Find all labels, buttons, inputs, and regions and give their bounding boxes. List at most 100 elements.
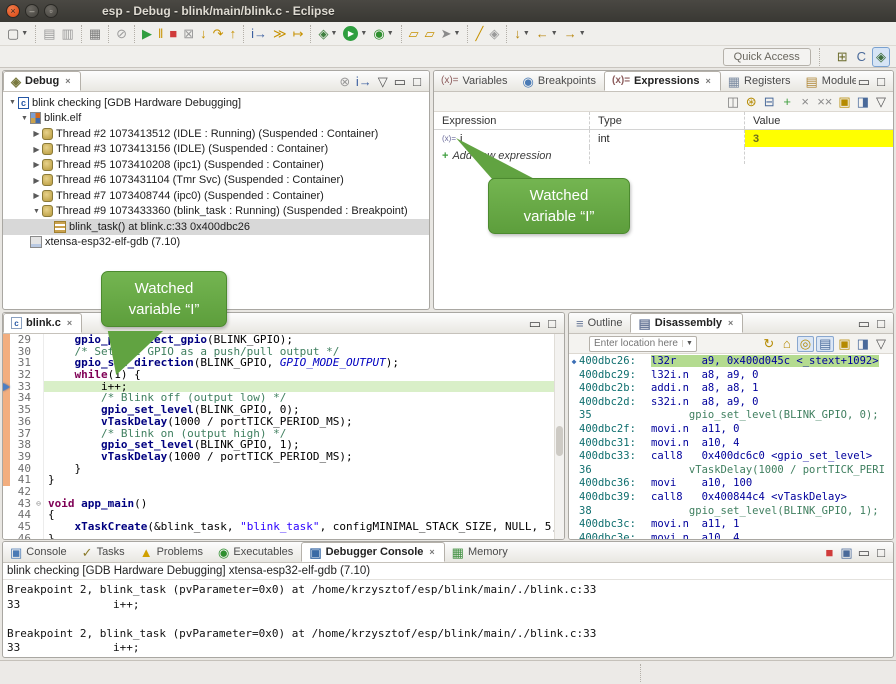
collapse-all-button[interactable]: ⊟ — [761, 94, 777, 110]
maximize-button[interactable]: □ — [873, 315, 889, 331]
tree-expand-icon[interactable]: ▶ — [31, 160, 42, 169]
profile-button[interactable]: ◉▼ — [370, 24, 396, 44]
tree-expand-icon[interactable]: ▼ — [19, 115, 30, 122]
last-edit-location-button[interactable]: ↓▼ — [511, 24, 532, 44]
minimize-button[interactable]: ▭ — [527, 315, 543, 331]
tree-expand-icon[interactable]: ▼ — [31, 208, 42, 215]
remove-expression-button[interactable]: × — [797, 94, 813, 110]
window-close-button[interactable]: × — [6, 4, 20, 18]
tab-console[interactable]: ▣Console — [3, 542, 75, 562]
home-button[interactable]: ⌂ — [779, 336, 795, 352]
tab-debug[interactable]: ◈Debug× — [3, 71, 81, 91]
tab-blink.c[interactable]: cblink.c× — [3, 313, 82, 333]
minimize-button[interactable]: ▭ — [392, 73, 408, 89]
tab-close-icon[interactable]: × — [703, 75, 712, 87]
debug-tree-item[interactable]: ▶Thread #2 1073413512 (IDLE : Running) (… — [3, 126, 429, 142]
view-menu-button[interactable]: ▽ — [873, 336, 889, 352]
instruction-stepping-button[interactable]: i→ — [354, 73, 374, 89]
tree-expand-icon[interactable]: ▶ — [31, 176, 42, 185]
maximize-button[interactable]: □ — [544, 315, 560, 331]
pin-view-button[interactable]: ◨ — [855, 336, 871, 352]
launch-button[interactable]: ➤▼ — [438, 24, 464, 44]
view-menu-button[interactable]: ▽ — [873, 94, 889, 110]
tab-problems[interactable]: ▲Problems — [133, 542, 211, 562]
new-button[interactable]: ▢▼ — [4, 24, 31, 44]
debug-tree-item[interactable]: ▼blink.elf — [3, 111, 429, 127]
debug-tree-item[interactable]: ▶Thread #7 1073408744 (ipc0) (Suspended … — [3, 188, 429, 204]
disassembly-location-input[interactable] — [590, 338, 682, 349]
tree-expand-icon[interactable]: ▶ — [31, 191, 42, 200]
external-tool-button[interactable]: ◈ — [486, 24, 502, 44]
save-all-button[interactable]: ▥ — [59, 24, 77, 44]
debug-perspective-button[interactable]: ◈ — [872, 47, 890, 67]
window-maximize-button[interactable]: ▫ — [44, 4, 58, 18]
tab-executables[interactable]: ◉Executables — [211, 542, 301, 562]
suspend-button[interactable]: ‖ — [155, 24, 166, 44]
tab-registers[interactable]: ▦Registers — [721, 71, 799, 91]
run-button[interactable]: ▶▼ — [340, 24, 370, 44]
refresh-view-button[interactable]: ↻ — [761, 336, 777, 352]
debug-button[interactable]: ◈▼ — [315, 24, 340, 44]
disconnect-button[interactable]: ⊠ — [180, 24, 197, 44]
add-expression-button[interactable]: + — [779, 94, 795, 110]
forward-button[interactable]: →▼ — [561, 24, 589, 44]
sync-active-context-button[interactable]: ▤ — [816, 336, 834, 352]
tab-close-icon[interactable]: × — [427, 546, 436, 558]
debug-tree-item[interactable]: ▶Thread #6 1073431104 (Tmr Svc) (Suspend… — [3, 173, 429, 189]
maximize-button[interactable]: □ — [873, 73, 889, 89]
view-menu-button[interactable]: ▽ — [375, 73, 391, 89]
terminate-button[interactable]: ■ — [821, 544, 837, 560]
code-editor[interactable]: 29 gpio_pad_select_gpio(BLINK_GPIO);30 /… — [3, 334, 564, 539]
editor-scrollbar[interactable] — [554, 334, 564, 539]
tree-expand-icon[interactable]: ▶ — [31, 145, 42, 154]
expression-row[interactable]: (x)=iint3 — [434, 130, 893, 147]
pin-view-button[interactable]: ◨ — [855, 94, 871, 110]
disassembly-listing[interactable]: ◆400dbc26:l32r a9, 0x400d045c <_stext+10… — [569, 355, 893, 539]
debugger-console-output[interactable]: Breakpoint 2, blink_task (pvParameter=0x… — [3, 580, 893, 656]
column-header-expression[interactable]: Expression — [434, 112, 590, 129]
tab-disassembly[interactable]: ▤Disassembly× — [630, 313, 743, 333]
open-perspective-button[interactable]: ⊞ — [834, 47, 851, 67]
show-type-names-button[interactable]: ◫ — [725, 94, 741, 110]
step-return-button[interactable]: ↑ — [227, 24, 240, 44]
column-header-value[interactable]: Value — [745, 112, 893, 129]
show-sources-button[interactable]: ≫ — [270, 24, 290, 44]
cpp-perspective-button[interactable]: C — [854, 47, 869, 67]
resume-button[interactable]: ▶ — [139, 24, 155, 44]
tab-outline[interactable]: ≡Outline — [569, 313, 630, 333]
tab-memory[interactable]: ▦Memory — [445, 542, 516, 562]
debug-tree-item[interactable]: ▼cblink checking [GDB Hardware Debugging… — [3, 95, 429, 111]
debug-tree-item[interactable]: blink_task() at blink.c:33 0x400dbc26 — [3, 219, 429, 235]
add-expression-row[interactable]: +Add new expression — [434, 147, 893, 164]
step-into-button[interactable]: ↓ — [197, 24, 210, 44]
debug-tree-item[interactable]: xtensa-esp32-elf-gdb (7.10) — [3, 235, 429, 251]
tab-modules[interactable]: ▤Modules — [799, 71, 856, 91]
quick-access-button[interactable]: Quick Access — [723, 48, 811, 66]
open-new-view-button[interactable]: ▣ — [836, 94, 852, 110]
remove-all-expressions-button[interactable]: ×× — [815, 94, 834, 110]
debug-tree-item[interactable]: ▶Thread #3 1073413156 (IDLE) (Suspended … — [3, 142, 429, 158]
skip-breakpoints-button[interactable]: ⊘ — [113, 24, 130, 44]
tab-close-icon[interactable]: × — [65, 317, 74, 329]
instruction-stepping-button[interactable]: i→ — [248, 24, 270, 44]
display-selected-console-button[interactable]: ▣ — [838, 544, 854, 560]
step-filters-button[interactable]: ↦ — [290, 24, 307, 44]
format-button[interactable]: ╱ — [472, 24, 486, 44]
tab-tasks[interactable]: ✓Tasks — [75, 542, 133, 562]
back-button[interactable]: ←▼ — [533, 24, 561, 44]
save-button[interactable]: ▤ — [40, 24, 58, 44]
maximize-button[interactable]: □ — [409, 73, 425, 89]
tab-close-icon[interactable]: × — [726, 317, 735, 329]
minimize-button[interactable]: ▭ — [856, 544, 872, 560]
column-header-type[interactable]: Type — [590, 112, 745, 129]
debug-tree-item[interactable]: ▶Thread #5 1073410208 (ipc1) (Suspended … — [3, 157, 429, 173]
tree-expand-icon[interactable]: ▶ — [31, 129, 42, 138]
tree-expand-icon[interactable]: ▼ — [7, 99, 18, 106]
debug-tree-item[interactable]: ▼Thread #9 1073433360 (blink_task : Runn… — [3, 204, 429, 220]
window-minimize-button[interactable]: – — [25, 4, 39, 18]
minimize-button[interactable]: ▭ — [856, 73, 872, 89]
tab-debugger-console[interactable]: ▣Debugger Console× — [301, 542, 444, 562]
track-expression-button[interactable]: ◎ — [797, 336, 814, 352]
minimize-button[interactable]: ▭ — [856, 315, 872, 331]
show-logical-structures-button[interactable]: ⊛ — [743, 94, 759, 110]
